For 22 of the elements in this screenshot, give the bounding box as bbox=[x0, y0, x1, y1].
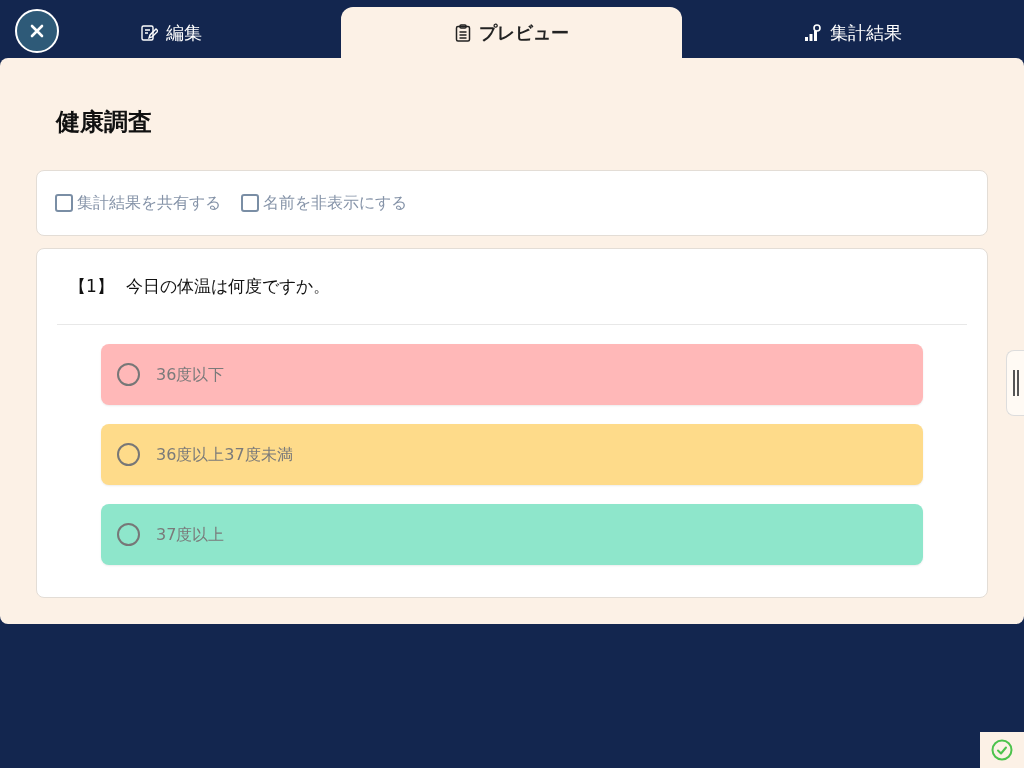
tab[interactable]: 集計結果 bbox=[682, 7, 1023, 58]
status-button[interactable] bbox=[980, 732, 1024, 768]
question-text: 今日の体温は何度ですか。 bbox=[125, 274, 330, 298]
clipboard-icon bbox=[454, 23, 471, 42]
checkbox-label: 集計結果を共有する bbox=[77, 192, 221, 214]
survey-title: 健康調査 bbox=[56, 107, 153, 138]
close-button[interactable] bbox=[15, 9, 59, 53]
radio-button[interactable] bbox=[117, 443, 140, 466]
question-number: 【1】 bbox=[69, 274, 114, 298]
side-handle[interactable] bbox=[1006, 350, 1024, 416]
handle-icon bbox=[1011, 370, 1020, 396]
check-circle-icon bbox=[991, 739, 1013, 761]
checkbox[interactable] bbox=[55, 194, 73, 212]
bar-chart-icon bbox=[803, 23, 822, 42]
close-icon bbox=[30, 24, 44, 38]
tab[interactable]: 編集 bbox=[0, 7, 341, 58]
tab[interactable]: プレビュー bbox=[341, 7, 682, 58]
checkbox[interactable] bbox=[241, 194, 259, 212]
radio-button[interactable] bbox=[117, 363, 140, 386]
radio-button[interactable] bbox=[117, 523, 140, 546]
edit-icon bbox=[139, 23, 158, 42]
checkbox-label: 名前を非表示にする bbox=[263, 192, 407, 214]
